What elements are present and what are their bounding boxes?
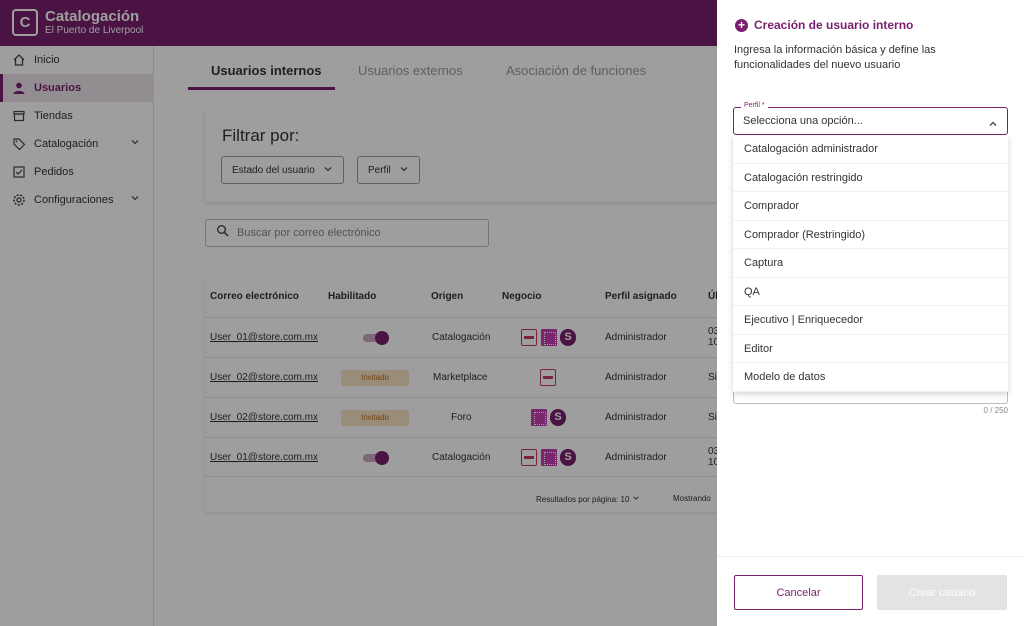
drawer-description: Ingresa la información básica y define l… — [734, 44, 936, 71]
profile-option[interactable]: Captura — [733, 249, 1008, 278]
profile-select[interactable]: Perfil * Selecciona una opción... — [733, 102, 1008, 135]
cancel-button[interactable]: Cancelar — [734, 575, 863, 610]
drawer-title-text: Creación de usuario interno — [754, 18, 914, 32]
profile-option[interactable]: Comprador — [733, 192, 1008, 221]
profile-option[interactable]: Catalogación administrador — [733, 135, 1008, 164]
profile-select-label: Perfil * — [741, 102, 768, 109]
profile-option[interactable]: Editor — [733, 335, 1008, 363]
profile-option[interactable]: QA — [733, 278, 1008, 306]
character-counter: 0 / 250 — [983, 406, 1008, 415]
profile-select-value: Selecciona una opción... — [743, 115, 863, 127]
drawer-title: + Creación de usuario interno — [735, 18, 913, 32]
create-user-button[interactable]: Crear usuario — [877, 575, 1007, 610]
profile-option[interactable]: Catalogación restringido — [733, 164, 1008, 192]
create-user-drawer: + Creación de usuario interno Ingresa la… — [717, 0, 1024, 626]
drawer-footer: Cancelar Crear usuario — [717, 556, 1024, 626]
profile-option[interactable]: Ejecutivo | Enriquecedor — [733, 306, 1008, 335]
modal-backdrop[interactable] — [0, 0, 717, 626]
profile-option[interactable]: Modelo de datos — [733, 363, 1008, 392]
profile-options-list: Catalogación administrador Catalogación … — [733, 135, 1008, 392]
chevron-up-icon — [988, 116, 998, 134]
profile-option[interactable]: Comprador (Restringido) — [733, 221, 1008, 249]
add-circle-icon: + — [735, 18, 748, 32]
